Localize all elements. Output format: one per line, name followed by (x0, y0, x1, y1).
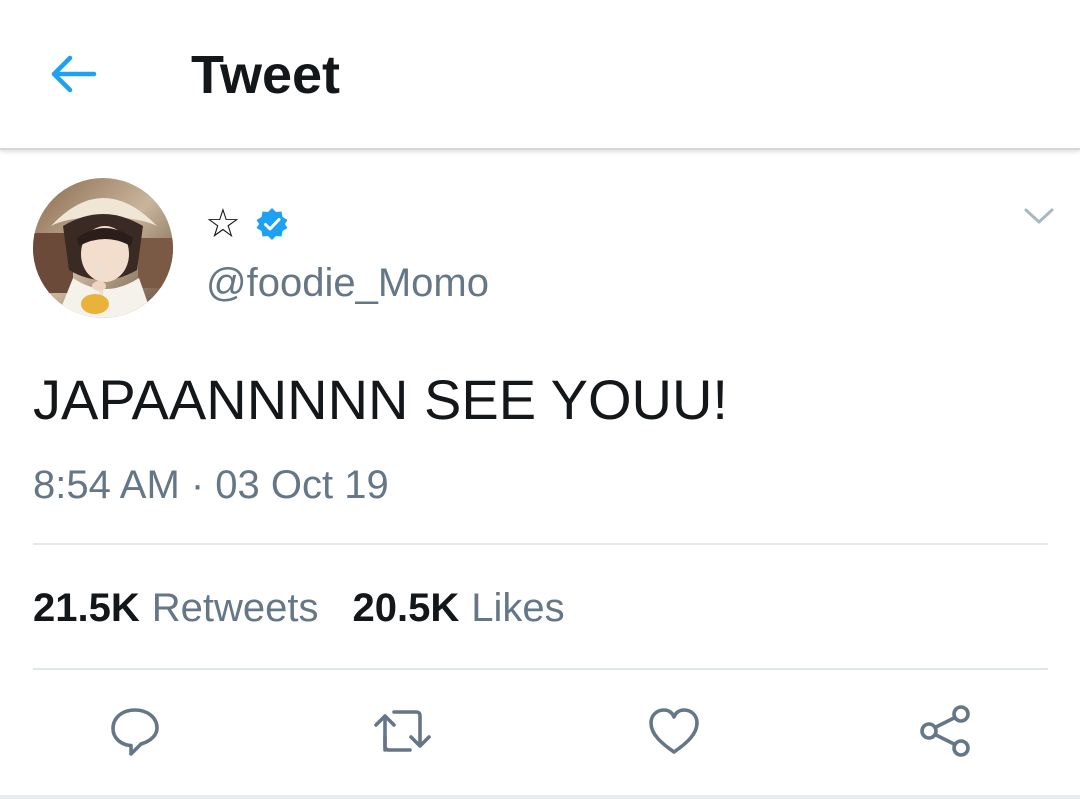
verified-badge-icon (255, 207, 289, 241)
display-name[interactable]: ☆ (205, 200, 241, 248)
avatar[interactable] (33, 178, 173, 318)
retweets-count: 21.5K (33, 586, 140, 630)
page-title: Tweet (191, 45, 341, 105)
share-button[interactable] (914, 700, 976, 762)
tweet-text: JAPAANNNNN SEE YOUU! (33, 368, 728, 431)
arrow-left-icon (51, 55, 97, 93)
likes-stat[interactable]: 20.5K Likes (353, 582, 565, 634)
tweet-timestamp: 8:54 AM · 03 Oct 19 (33, 463, 389, 507)
profile-photo (33, 178, 173, 318)
retweet-button[interactable] (372, 700, 434, 762)
tweet-stats: 21.5K Retweets 20.5K Likes (33, 582, 565, 634)
likes-count: 20.5K (352, 586, 460, 630)
share-icon (920, 705, 970, 757)
author-handle[interactable]: @foodie_Momo (206, 258, 489, 308)
reply-button[interactable] (104, 700, 166, 762)
tweet-detail-screen: Tweet ☆ @foodie_Momo JAPAANNNNN SEE YOUU… (0, 0, 1080, 799)
divider (33, 543, 1048, 545)
chevron-down-icon (1024, 208, 1054, 224)
top-app-bar: Tweet (0, 0, 1080, 150)
reply-icon (111, 708, 159, 756)
heart-icon (649, 708, 699, 754)
retweets-stat[interactable]: 21.5K Retweets (33, 582, 319, 634)
tweet-menu-button[interactable] (1018, 200, 1060, 232)
retweets-label: Retweets (151, 586, 319, 630)
bottom-edge (0, 795, 1080, 799)
likes-label: Likes (471, 586, 565, 630)
back-button[interactable] (38, 44, 108, 104)
retweet-icon (374, 710, 431, 752)
divider (33, 668, 1048, 670)
author-name-row: ☆ (205, 200, 289, 248)
like-button[interactable] (643, 700, 705, 762)
